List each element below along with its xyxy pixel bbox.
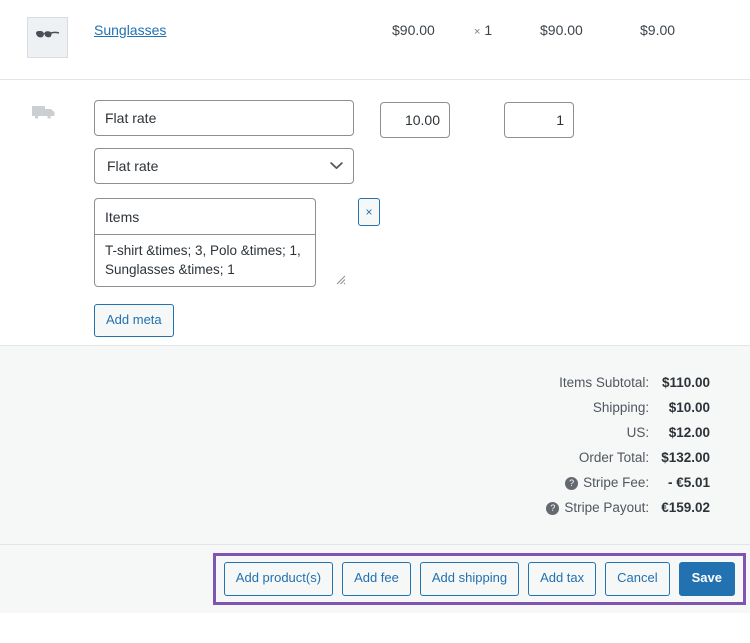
totals-row-label: Order Total: bbox=[0, 445, 661, 470]
totals-row-value: $110.00 bbox=[661, 370, 750, 395]
line-item-tax: $9.00 bbox=[640, 17, 750, 38]
shipping-quantity-cell bbox=[480, 100, 595, 138]
totals-row: Shipping: $10.00 bbox=[0, 395, 750, 420]
shipping-method-select-wrap: Flat rate bbox=[94, 148, 354, 184]
order-totals-body: Items Subtotal:$110.00Shipping:$10.00US:… bbox=[0, 370, 750, 520]
shipping-method-select[interactable]: Flat rate bbox=[94, 148, 354, 184]
delete-meta-button[interactable]: × bbox=[358, 198, 380, 226]
totals-label-text: Order Total: bbox=[579, 450, 649, 465]
totals-row: ? Stripe Payout: €159.02 bbox=[0, 495, 750, 520]
add-products-button[interactable]: Add product(s) bbox=[224, 562, 333, 595]
totals-row: Items Subtotal: $110.00 bbox=[0, 370, 750, 395]
add-tax-button[interactable]: Add tax bbox=[528, 562, 596, 595]
totals-row: Order Total: $132.00 bbox=[0, 445, 750, 470]
shipping-fields: Flat rate × bbox=[90, 100, 380, 337]
totals-label-text: Shipping: bbox=[593, 400, 649, 415]
totals-row-value: - €5.01 bbox=[661, 470, 750, 495]
shipping-meta-value-textarea[interactable] bbox=[94, 234, 316, 287]
order-actions-highlight: Add product(s) Add fee Add shipping Add tax… bbox=[213, 553, 746, 604]
line-item-cost: $90.00 bbox=[392, 17, 474, 38]
order-items-panel: Sunglasses $90.00 × 1 $90.00 $9.00 F bbox=[0, 0, 750, 643]
multiply-symbol: × bbox=[474, 26, 480, 38]
totals-label-text: Stripe Fee: bbox=[583, 475, 649, 490]
shipping-total-input[interactable] bbox=[380, 102, 450, 138]
product-thumbnail bbox=[27, 17, 68, 58]
line-item-name-cell: Sunglasses bbox=[90, 17, 392, 38]
order-line-item-row: Sunglasses $90.00 × 1 $90.00 $9.00 bbox=[0, 0, 750, 80]
totals-row-label: Shipping: bbox=[0, 395, 661, 420]
totals-row-value: $132.00 bbox=[661, 445, 750, 470]
totals-row-value: €159.02 bbox=[661, 495, 750, 520]
totals-label-text: Stripe Payout: bbox=[564, 500, 649, 515]
totals-label-text: Items Subtotal: bbox=[559, 375, 649, 390]
totals-row-label: ? Stripe Payout: bbox=[0, 495, 661, 520]
shipping-meta-fields bbox=[94, 198, 348, 290]
totals-label-text: US: bbox=[627, 425, 650, 440]
shipping-meta-key-input[interactable] bbox=[94, 198, 316, 234]
add-meta-button[interactable]: Add meta bbox=[94, 304, 174, 337]
product-name-link[interactable]: Sunglasses bbox=[94, 22, 166, 38]
add-shipping-button[interactable]: Add shipping bbox=[420, 562, 519, 595]
order-actions-footer: Add product(s) Add fee Add shipping Add tax… bbox=[0, 545, 750, 613]
sunglasses-icon bbox=[35, 29, 60, 46]
cancel-button[interactable]: Cancel bbox=[605, 562, 669, 595]
save-button[interactable]: Save bbox=[679, 562, 735, 595]
totals-row-value: $12.00 bbox=[661, 420, 750, 445]
add-meta-wrap: Add meta bbox=[94, 304, 380, 337]
totals-row-value: $10.00 bbox=[661, 395, 750, 420]
shipping-total-cell bbox=[380, 100, 480, 138]
line-item-quantity: × 1 bbox=[474, 17, 540, 38]
shipping-meta-block: × bbox=[94, 198, 380, 290]
order-totals-table: Items Subtotal:$110.00Shipping:$10.00US:… bbox=[0, 370, 750, 520]
shipping-method-title-input[interactable] bbox=[94, 100, 354, 136]
order-shipping-row: Flat rate × bbox=[0, 80, 750, 346]
line-item-thumbnail-cell bbox=[0, 17, 90, 58]
help-tip-icon[interactable]: ? bbox=[546, 502, 559, 515]
help-tip-icon[interactable]: ? bbox=[565, 477, 578, 490]
add-fee-button[interactable]: Add fee bbox=[342, 562, 411, 595]
line-item-total: $90.00 bbox=[540, 17, 640, 38]
line-item-quantity-value: 1 bbox=[484, 22, 492, 38]
totals-row: ? Stripe Fee: - €5.01 bbox=[0, 470, 750, 495]
totals-row-label: Items Subtotal: bbox=[0, 370, 661, 395]
textarea-resize-handle[interactable] bbox=[333, 272, 346, 288]
shipping-truck-icon bbox=[32, 112, 57, 127]
totals-row-label: ? Stripe Fee: bbox=[0, 470, 661, 495]
totals-row: US: $12.00 bbox=[0, 420, 750, 445]
shipping-quantity-input[interactable] bbox=[504, 102, 574, 138]
totals-row-label: US: bbox=[0, 420, 661, 445]
shipping-icon-cell bbox=[0, 100, 90, 127]
order-totals-area: Items Subtotal:$110.00Shipping:$10.00US:… bbox=[0, 346, 750, 545]
